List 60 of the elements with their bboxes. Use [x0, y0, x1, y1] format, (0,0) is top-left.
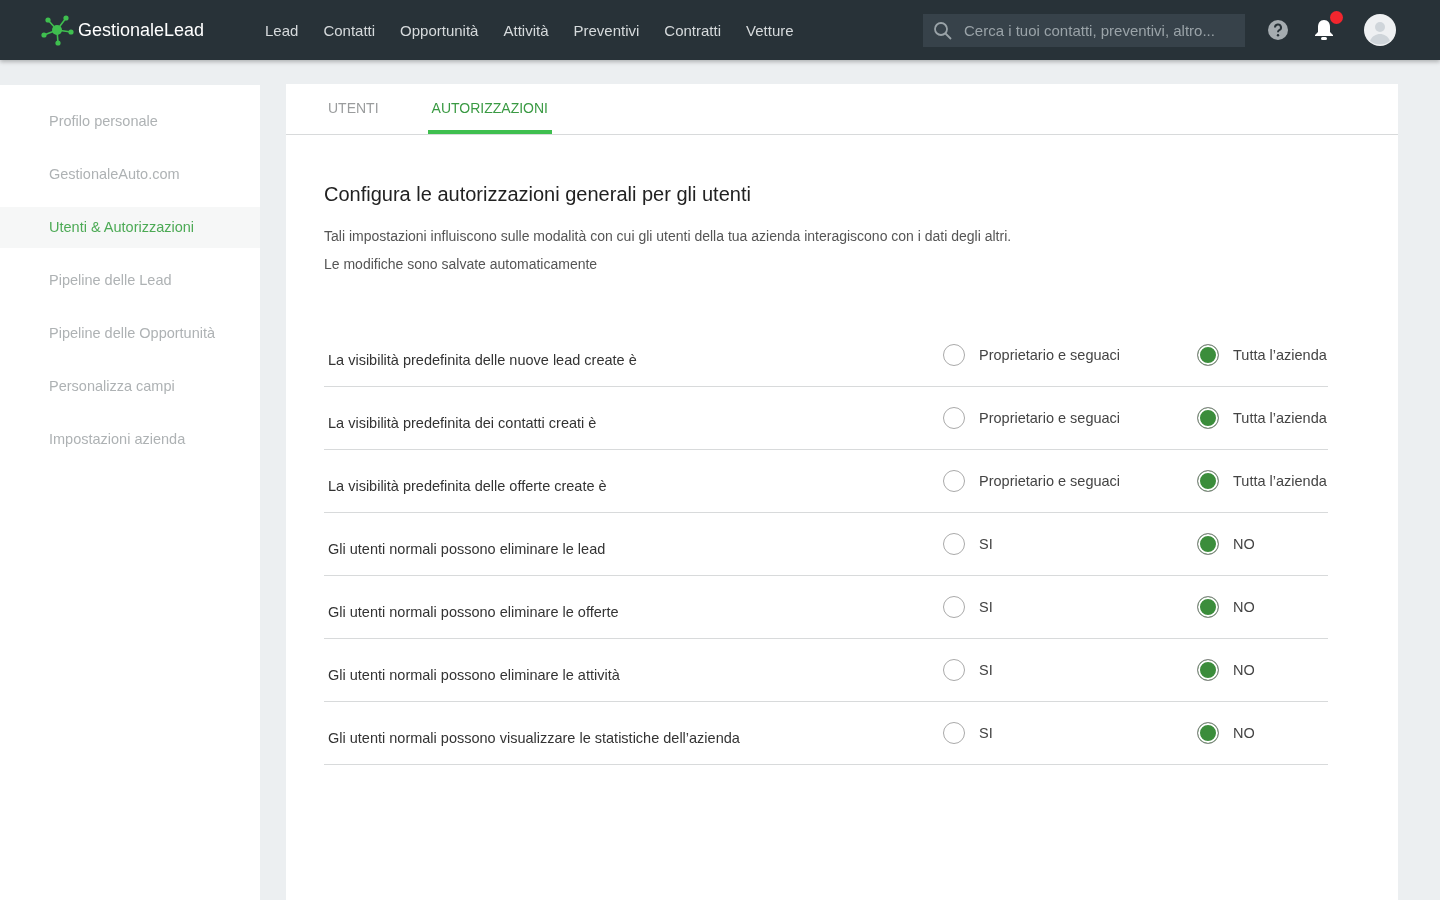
description-text: Tali impostazioni influiscono sulle modalità con cui gli utenti della tua azienda interagiscono con i dati degli altri.: [324, 227, 1013, 246]
nav-link[interactable]: Vetture: [746, 21, 794, 39]
sidebar-item[interactable]: Impostazioni azienda: [0, 419, 260, 460]
option-label: NO: [1233, 662, 1255, 678]
radio-button[interactable]: [1197, 596, 1219, 618]
radio-button[interactable]: [943, 722, 965, 744]
setting-label: Gli utenti normali possono eliminare le offerte: [328, 603, 620, 620]
nav-link[interactable]: Attività: [503, 21, 549, 39]
sidebar-item[interactable]: Utenti & Autorizzazioni: [0, 207, 260, 248]
description-text: Le modifiche sono salvate automaticamente: [324, 255, 599, 274]
radio-button[interactable]: [1197, 533, 1219, 555]
radio-button[interactable]: [1197, 407, 1219, 429]
network-logo-icon: [40, 14, 74, 46]
tab[interactable]: UTENTI: [324, 84, 383, 134]
radio-button[interactable]: [943, 407, 965, 429]
nav-link[interactable]: Opportunità: [400, 21, 479, 39]
option-label: Proprietario e seguaci: [979, 410, 1121, 426]
radio-button[interactable]: [943, 344, 965, 366]
radio-button[interactable]: [943, 596, 965, 618]
option-label: Tutta l’azienda: [1233, 347, 1327, 363]
setting-label: La visibilità predefinita delle nuove lead create è: [328, 351, 638, 368]
option-label: NO: [1233, 599, 1255, 615]
sidebar-item[interactable]: Pipeline delle Opportunità: [0, 313, 260, 354]
sidebar-item[interactable]: Pipeline delle Lead: [0, 260, 260, 301]
nav-link[interactable]: Lead: [265, 21, 299, 39]
radio-button[interactable]: [943, 659, 965, 681]
app-logo-text[interactable]: GestionaleLead: [78, 19, 205, 41]
option-label: Proprietario e seguaci: [979, 473, 1121, 489]
nav-link[interactable]: Contatti: [323, 21, 376, 39]
section-heading: Configura le autorizzazioni generali per gli utenti: [324, 183, 752, 206]
tab[interactable]: AUTORIZZAZIONI: [427, 84, 552, 134]
search-field[interactable]: Cerca i tuoi contatti, preventivi, altro...: [923, 13, 1245, 47]
sidebar-item[interactable]: Profilo personale: [0, 101, 260, 142]
setting-label: Gli utenti normali possono eliminare le attività: [328, 666, 621, 683]
radio-button[interactable]: [943, 470, 965, 492]
help-icon[interactable]: [1267, 19, 1289, 41]
setting-label: Gli utenti normali possono eliminare le lead: [328, 540, 607, 557]
option-label: NO: [1233, 725, 1255, 741]
setting-label: La visibilità predefinita delle offerte create è: [328, 477, 608, 494]
sidebar-item[interactable]: Personalizza campi: [0, 366, 260, 407]
option-label: SI: [979, 599, 993, 615]
setting-label: La visibilità predefinita dei contatti creati è: [328, 414, 598, 431]
notification-bell-icon[interactable]: [1312, 17, 1336, 43]
option-label: Tutta l’azienda: [1233, 473, 1327, 489]
radio-button[interactable]: [1197, 344, 1219, 366]
radio-button[interactable]: [1197, 659, 1219, 681]
nav-link[interactable]: Preventivi: [573, 21, 640, 39]
radio-button[interactable]: [1197, 722, 1219, 744]
radio-button[interactable]: [943, 533, 965, 555]
sidebar-item[interactable]: GestionaleAuto.com: [0, 154, 260, 195]
option-label: SI: [979, 662, 993, 678]
setting-label: Gli utenti normali possono visualizzare le statistiche dell’azienda: [328, 729, 741, 746]
option-label: Tutta l’azienda: [1233, 410, 1327, 426]
option-label: NO: [1233, 536, 1255, 552]
nav-link[interactable]: Contratti: [664, 21, 722, 39]
option-label: Proprietario e seguaci: [979, 347, 1121, 363]
radio-button[interactable]: [1197, 470, 1219, 492]
option-label: SI: [979, 536, 993, 552]
option-label: SI: [979, 725, 993, 741]
avatar-icon[interactable]: [1364, 14, 1396, 46]
